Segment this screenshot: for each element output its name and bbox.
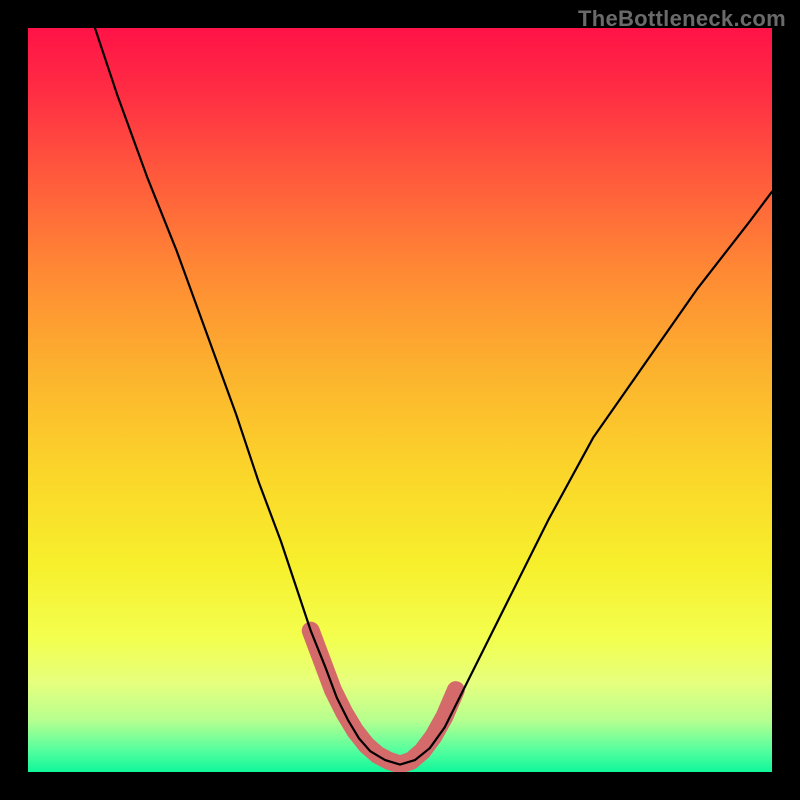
chart-frame: TheBottleneck.com bbox=[0, 0, 800, 800]
plot-area bbox=[28, 28, 772, 772]
chart-svg bbox=[28, 28, 772, 772]
bottom-highlight-path bbox=[311, 631, 456, 765]
curve-path bbox=[95, 28, 772, 765]
